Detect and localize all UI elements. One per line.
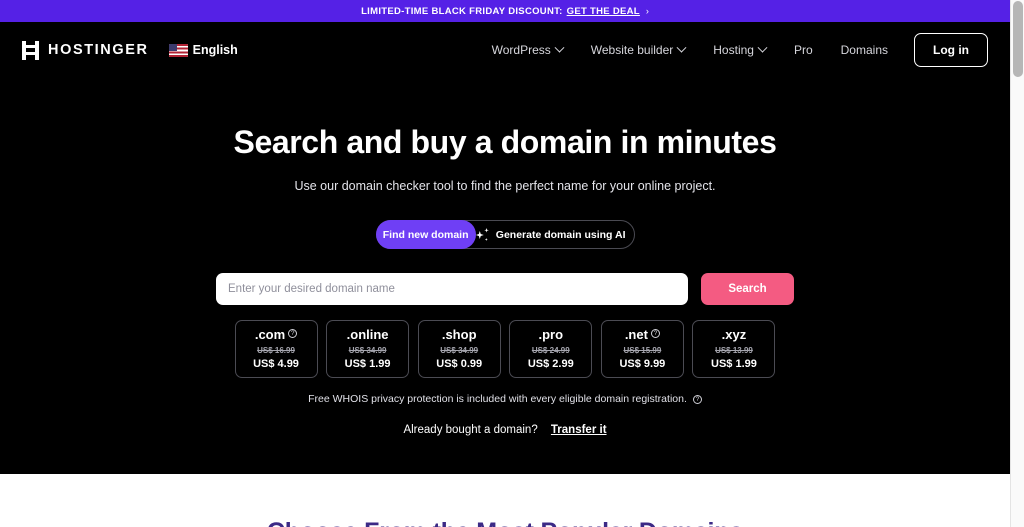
tld-new-price: US$ 9.99	[619, 358, 666, 370]
chevron-down-icon	[554, 42, 565, 53]
tld-old-price: US$ 16.99	[257, 346, 295, 355]
hero-section: HOSTINGER English WordPress Website buil…	[0, 22, 1010, 474]
section-title: Choose From the Most Popular Domains	[267, 518, 743, 527]
search-button[interactable]: Search	[701, 273, 794, 305]
promo-banner-link[interactable]: GET THE DEAL	[567, 6, 640, 17]
promo-banner-text: LIMITED-TIME BLACK FRIDAY DISCOUNT:	[361, 5, 563, 17]
tld-new-price: US$ 0.99	[436, 358, 483, 370]
tld-name-row: .net ?	[625, 328, 660, 341]
nav-item-pro[interactable]: Pro	[780, 37, 827, 63]
nav-item-label: Domains	[840, 43, 888, 57]
page-subtitle: Use our domain checker tool to find the …	[294, 179, 716, 193]
tld-new-price: US$ 2.99	[527, 358, 574, 370]
login-button[interactable]: Log in	[914, 33, 988, 67]
help-icon[interactable]: ?	[692, 395, 702, 404]
nav-item-hosting[interactable]: Hosting	[699, 37, 780, 63]
search-input[interactable]	[216, 273, 688, 305]
tld-price-list: .com ? US$ 16.99 US$ 4.99 .online US$ 34…	[234, 320, 776, 378]
transfer-prompt: Already bought a domain? Transfer it	[0, 424, 1010, 436]
tld-name-row: .online	[347, 328, 389, 341]
tld-old-price: US$ 34.99	[348, 346, 387, 355]
tld-name-row: .pro	[539, 328, 564, 341]
whois-note-text: Free WHOIS privacy protection is include…	[308, 393, 687, 405]
tld-card-pro[interactable]: .pro US$ 24.99 US$ 2.99	[509, 320, 593, 378]
language-label: English	[192, 43, 238, 57]
tld-name: .com	[254, 327, 286, 342]
nav-links: WordPress Website builder Hosting Pro Do…	[478, 33, 988, 67]
tld-card-net[interactable]: .net ? US$ 15.99 US$ 9.99	[600, 320, 684, 378]
help-icon[interactable]: ?	[650, 329, 660, 338]
tld-name: .online	[346, 327, 389, 342]
toggle-option-label: Find new domain	[382, 228, 469, 241]
tld-new-price: US$ 4.99	[253, 358, 299, 370]
nav-item-wordpress[interactable]: WordPress	[478, 37, 577, 63]
tld-name: .pro	[538, 327, 564, 342]
brand-name: HOSTINGER	[48, 42, 149, 58]
page-title: Search and buy a domain in minutes	[233, 124, 777, 160]
tld-old-price: US$ 15.99	[623, 346, 662, 355]
tld-card-xyz[interactable]: .xyz US$ 13.99 US$ 1.99	[692, 320, 776, 378]
page-scrollbar[interactable]	[1010, 0, 1024, 527]
help-icon[interactable]: ?	[288, 329, 298, 338]
hostinger-logo-icon	[22, 40, 39, 60]
tld-new-price: US$ 1.99	[711, 358, 757, 370]
toggle-option-label: Generate domain using AI	[495, 228, 626, 241]
tld-name: .shop	[441, 327, 477, 342]
language-selector[interactable]: English	[168, 43, 238, 57]
popular-domains-section: Choose From the Most Popular Domains	[0, 474, 1010, 527]
tld-name: .xyz	[721, 327, 747, 342]
tld-old-price: US$ 34.99	[440, 346, 479, 355]
nav-item-label: Website builder	[590, 43, 674, 57]
transfer-prompt-text: Already bought a domain?	[403, 424, 538, 436]
chevron-down-icon	[757, 42, 768, 53]
transfer-link[interactable]: Transfer it	[551, 424, 607, 436]
domain-search-form: Search	[216, 273, 794, 305]
browser-viewport: LIMITED-TIME BLACK FRIDAY DISCOUNT: GET …	[0, 0, 1010, 527]
toggle-generate-domain-ai[interactable]: Generate domain using AI	[475, 220, 634, 249]
tld-card-online[interactable]: .online US$ 34.99 US$ 1.99	[326, 320, 410, 378]
tld-name: .net	[624, 327, 648, 342]
tld-card-shop[interactable]: .shop US$ 34.99 US$ 0.99	[417, 320, 501, 378]
tld-card-com[interactable]: .com ? US$ 16.99 US$ 4.99	[234, 320, 318, 378]
toggle-find-new-domain[interactable]: Find new domain	[375, 220, 476, 249]
nav-item-label: WordPress	[491, 43, 551, 57]
nav-item-website-builder[interactable]: Website builder	[577, 37, 700, 63]
sparkle-ai-icon	[475, 228, 489, 241]
us-flag-icon	[168, 43, 188, 57]
chevron-right-icon: ›	[645, 6, 649, 16]
tld-old-price: US$ 24.99	[531, 346, 570, 355]
nav-item-label: Pro	[793, 43, 813, 57]
search-mode-toggle: Find new domain Generate domain using AI	[375, 220, 635, 249]
scrollbar-thumb[interactable]	[1013, 1, 1023, 77]
brand-logo[interactable]: HOSTINGER	[22, 40, 149, 60]
nav-item-label: Hosting	[713, 43, 754, 57]
page-root: LIMITED-TIME BLACK FRIDAY DISCOUNT: GET …	[0, 0, 1024, 527]
tld-name-row: .xyz	[722, 328, 747, 341]
tld-new-price: US$ 1.99	[344, 358, 391, 370]
hero-content: Search and buy a domain in minutes Use o…	[0, 78, 1010, 436]
tld-name-row: .com ?	[254, 327, 298, 342]
tld-name-row: .shop	[442, 328, 477, 341]
nav-item-domains[interactable]: Domains	[827, 37, 902, 63]
whois-note: Free WHOIS privacy protection is include…	[0, 393, 1010, 405]
tld-old-price: US$ 13.99	[715, 346, 753, 355]
main-navigation: HOSTINGER English WordPress Website buil…	[0, 22, 1010, 78]
promo-banner[interactable]: LIMITED-TIME BLACK FRIDAY DISCOUNT: GET …	[0, 0, 1010, 22]
chevron-down-icon	[676, 42, 687, 53]
